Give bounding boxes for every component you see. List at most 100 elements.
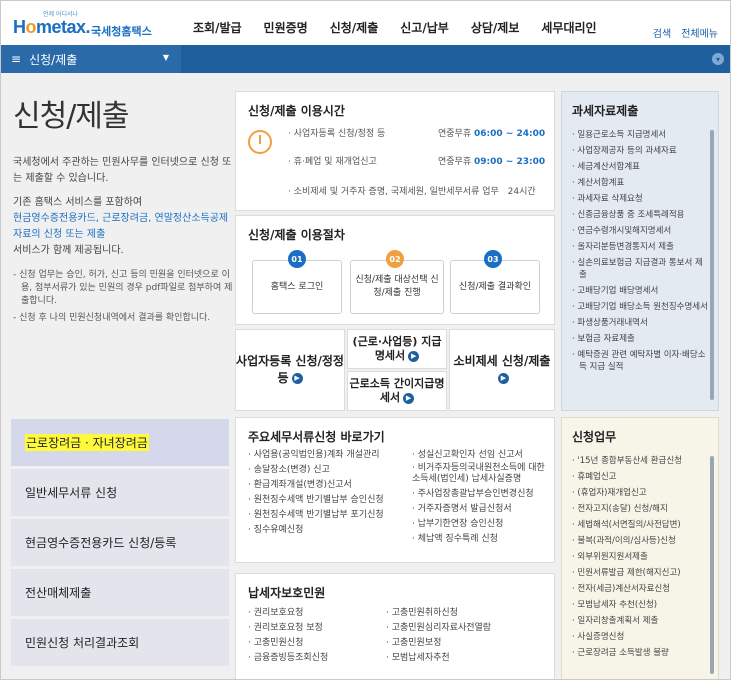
major-documents-right-list: · 성실신고확인자 선임 신고서 · 비거주자등의국내원천소득에 대한 소득세(… — [412, 448, 548, 547]
tax-data-link[interactable]: · 신종금융상품 중 조세특례적용 — [572, 209, 708, 221]
application-task-link[interactable]: · 불복(과적/이의/심사등)신청 — [572, 535, 708, 547]
application-task-link[interactable]: · '15년 종합부동산세 환급신청 — [572, 455, 708, 467]
business-registration-label: 사업자등록 신청/정정 등 — [236, 354, 344, 385]
major-document-link[interactable]: · 비거주자등의국내원천소득에 대한 소득세(법인세) 납세사실증명 — [412, 463, 548, 485]
application-task-link[interactable]: · 전자고지(송달) 신청/해지 — [572, 503, 708, 515]
gnb-item-apply[interactable]: 신청/제출 — [330, 19, 379, 36]
business-registration-button[interactable]: 사업자등록 신청/정정 등 ▶ — [235, 329, 345, 411]
tax-data-link[interactable]: · 사업장제공자 등의 과세자료 — [572, 145, 708, 157]
left-menu-electronic-media[interactable]: 전산매체제출 — [11, 569, 229, 619]
tax-data-link[interactable]: · 계산서합계표 — [572, 177, 708, 189]
application-task-link[interactable]: · 민원서류발급 제한(해지신고) — [572, 567, 708, 579]
procedure-step-login: 홈택스 로그인 — [252, 260, 342, 314]
tax-data-link[interactable]: · 과세자료 삭제요청 — [572, 193, 708, 205]
section-dropdown[interactable]: ≡ 신청/제출 ▼ — [1, 45, 181, 73]
simple-payment-statement-button[interactable]: 근로소득 간이지급명세서 ▶ — [347, 371, 447, 411]
usage-time-row: · 소비제세 및 거주자 증명, 국제세원, 일반세무서류 업무 24시간 — [288, 184, 536, 197]
tax-data-link[interactable]: · 예탁증권 관련 예탁자별 이자·배당소득 지급 실적 — [572, 349, 708, 373]
major-document-link[interactable]: · 주사업장총괄납부승인변경신청 — [412, 487, 548, 502]
tax-data-link[interactable]: · 보험금 자료제출 — [572, 333, 708, 345]
usage-time-row: · 사업자등록 신청/정정 등 연중무휴 06:00 ~ 24:00 — [288, 126, 545, 139]
step-number-badge: 01 — [288, 250, 306, 268]
procedure-title: 신청/제출 이용절차 — [248, 228, 345, 242]
application-task-link[interactable]: · 외부위원지원서제출 — [572, 551, 708, 563]
left-menu-general-documents[interactable]: 일반세무서류 신청 — [11, 469, 229, 519]
arrow-right-icon: ▶ — [498, 373, 509, 384]
application-task-link[interactable]: · 사실증명신청 — [572, 631, 708, 643]
search-link[interactable]: 검색 — [653, 25, 671, 40]
application-task-link[interactable]: · 전자(세금)계산서자료신청 — [572, 583, 708, 595]
left-menu-result-inquiry[interactable]: 민원신청 처리결과조회 — [11, 619, 229, 669]
left-menu-label: 일반세무서류 신청 — [25, 486, 118, 500]
major-document-link[interactable]: · 성실신고확인자 선임 신고서 — [412, 448, 548, 463]
usage-time-card: 신청/제출 이용시간 · 사업자등록 신청/정정 등 연중무휴 06:00 ~ … — [235, 91, 555, 211]
expand-circle-icon[interactable]: ▾ — [712, 53, 724, 65]
major-document-link[interactable]: · 징수유예신청 — [248, 523, 398, 538]
major-document-link[interactable]: · 사업용(공익법인용)계좌 개설관리 — [248, 448, 398, 463]
major-documents-left-list: · 사업용(공익법인용)계좌 개설관리 · 송달장소(변경) 신고 · 환급계좌… — [248, 448, 398, 538]
usage-time-label: · 사업자등록 신청/정정 등 — [288, 129, 386, 139]
tax-data-link[interactable]: · 파생상품거래내역서 — [572, 317, 708, 329]
tax-data-scrollbar[interactable] — [710, 130, 714, 400]
major-document-link[interactable]: · 거주자증명서 발급신청서 — [412, 502, 548, 517]
tax-data-link[interactable]: · 일용근로소득 지급명세서 — [572, 129, 708, 141]
gnb-item-certificate[interactable]: 민원증명 — [264, 19, 308, 36]
gnb-item-inquiry[interactable]: 조회/발급 — [193, 19, 242, 36]
arrow-right-icon: ▶ — [408, 350, 420, 362]
consumption-tax-label: 소비제세 신청/제출 — [453, 354, 551, 368]
taxpayer-protection-title: 납세자보호민원 — [248, 586, 326, 600]
global-nav: 조회/발급 민원증명 신청/제출 신고/납부 상담/제보 세무대리인 — [193, 19, 619, 36]
intro-note: - 신청 후 나의 민원신청내역에서 결과를 확인합니다. — [13, 313, 211, 323]
page-title: 신청/제출 — [13, 99, 130, 134]
protection-link[interactable]: · 고충민원보정 — [386, 636, 491, 651]
major-document-link[interactable]: · 원천징수세액 반기별납부 승인신청 — [248, 493, 398, 508]
procedure-step-select: 신청/제출 대상선택 신청/제출 진행 — [350, 260, 444, 314]
tax-data-link[interactable]: · 실손의료보험금 지급결과 통보서 제출 — [572, 257, 708, 281]
tax-data-link[interactable]: · 세금계산서합계표 — [572, 161, 708, 173]
left-menu-cash-receipt-card[interactable]: 현금영수증전용카드 신청/등록 — [11, 519, 229, 569]
payment-statement-button[interactable]: (근로·사업등) 지급명세서 ▶ — [347, 329, 447, 369]
arrow-right-icon: ▶ — [403, 392, 415, 404]
application-task-link[interactable]: · 근로장려금 소득발생 불량 — [572, 647, 708, 659]
left-menu-earned-income-credit[interactable]: 근로장려금 · 자녀장려금 — [11, 419, 229, 469]
protection-link[interactable]: · 고충민원심리자료사전열람 — [386, 621, 491, 636]
major-document-link[interactable]: · 송달장소(변경) 신고 — [248, 463, 398, 478]
consumption-tax-button[interactable]: 소비제세 신청/제출 ▶ — [449, 329, 555, 411]
application-task-link[interactable]: · 모범납세자 추천(신청) — [572, 599, 708, 611]
application-task-link[interactable]: · 휴폐업신고 — [572, 471, 708, 483]
payment-statement-content: (근로·사업등) 지급명세서 ▶ — [348, 335, 446, 363]
tax-data-panel: 과세자료제출 · 일용근로소득 지급명세서 · 사업장제공자 등의 과세자료 ·… — [561, 91, 719, 411]
application-task-link[interactable]: · 세법해석(서면질의/사전답변) — [572, 519, 708, 531]
application-task-link[interactable]: · 일자리창출계획서 제출 — [572, 615, 708, 627]
tax-data-link[interactable]: · 올자리분등변경통지서 제출 — [572, 241, 708, 253]
major-document-link[interactable]: · 원천징수세액 반기별납부 포기신청 — [248, 508, 398, 523]
gnb-item-agent[interactable]: 세무대리인 — [541, 19, 596, 36]
protection-link[interactable]: · 권리보호요청 — [248, 606, 328, 621]
application-task-link[interactable]: · (휴업자)재개업신고 — [572, 487, 708, 499]
gnb-item-consult[interactable]: 상담/제보 — [471, 19, 520, 36]
protection-link[interactable]: · 금융증빙등조회신청 — [248, 651, 328, 666]
protection-link[interactable]: · 고충민원취하신청 — [386, 606, 491, 621]
tax-data-link[interactable]: · 연금수령개시및해지명세서 — [572, 225, 708, 237]
major-document-link[interactable]: · 납부기한연장 승인신청 — [412, 517, 548, 532]
logo-wordmark: Hometax. — [13, 17, 91, 38]
application-tasks-scrollbar[interactable] — [710, 456, 714, 674]
major-document-link[interactable]: · 체납액 징수특례 신청 — [412, 532, 548, 547]
protection-link[interactable]: · 권리보호요청 보정 — [248, 621, 328, 636]
protection-link[interactable]: · 고충민원신청 — [248, 636, 328, 651]
intro-text: 국세청에서 주관하는 민원사무를 인터넷으로 신청 또는 제출할 수 있습니다. — [13, 157, 232, 184]
major-document-link[interactable]: · 환급계좌개설(변경)신고서 — [248, 478, 398, 493]
tax-data-link[interactable]: · 고배당기업 배당명세서 — [572, 285, 708, 297]
simple-payment-statement-content: 근로소득 간이지급명세서 ▶ — [348, 377, 446, 405]
business-registration-content: 사업자등록 신청/정정 등 ▶ — [236, 353, 344, 387]
gnb-item-report[interactable]: 신고/납부 — [400, 19, 449, 36]
application-tasks-title: 신청업무 — [572, 430, 617, 444]
protection-link[interactable]: · 모범납세자추천 — [386, 651, 491, 666]
arrow-right-icon: ▶ — [291, 373, 303, 384]
section-navbar: ≡ 신청/제출 ▼ ▾ — [1, 45, 730, 73]
protection-left-list: · 권리보호요청 · 권리보호요청 보정 · 고충민원신청 · 금융증빙등조회신… — [248, 606, 328, 666]
usage-time-label: · 휴·폐업 및 재개업신고 — [288, 157, 377, 167]
tax-data-link[interactable]: · 고배당기업 배당소득 원천징수명세서 — [572, 301, 708, 313]
all-menu-link[interactable]: 전체메뉴 — [681, 25, 718, 40]
consumption-tax-content: 소비제세 신청/제출 ▶ — [450, 353, 554, 387]
